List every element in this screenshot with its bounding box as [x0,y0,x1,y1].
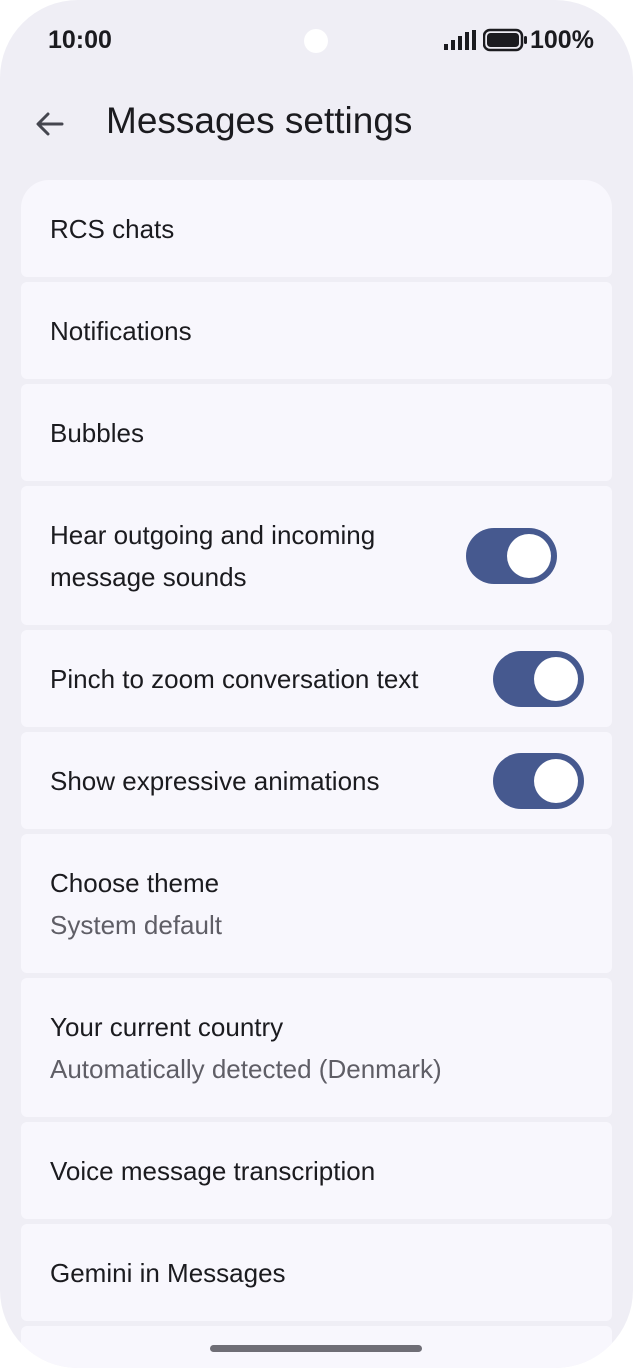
item-text: Hear outgoing and incoming message sound… [50,514,450,598]
setting-label: Choose theme [50,867,220,898]
item-text: Voice message transcription [50,1150,584,1192]
setting-label: Bubbles [50,417,144,448]
setting-label: Hear outgoing and incoming message sound… [50,519,376,592]
setting-gemini-in-messages[interactable]: Gemini in Messages [21,1224,612,1321]
item-text: Choose theme System default [50,862,584,946]
phone-screen: 10:00 100% Messages settings RCS chats N… [0,0,633,1368]
setting-rcs-chats[interactable]: RCS chats [21,180,612,277]
toggle-knob [534,758,578,803]
setting-label: Notifications [50,315,192,346]
toggle-knob [507,533,551,578]
status-bar: 10:00 100% [0,0,633,80]
expressive-animations-toggle[interactable] [493,752,584,809]
setting-voice-transcription[interactable]: Voice message transcription [21,1122,612,1219]
setting-label: Show expressive animations [50,765,380,796]
setting-notifications[interactable]: Notifications [21,282,612,379]
gesture-navigation-bar[interactable] [210,1345,422,1352]
battery-icon [483,28,527,52]
item-text: Bubbles [50,412,584,454]
item-text: Your current country Automatically detec… [50,1006,584,1090]
arrow-back-icon [36,112,64,136]
setting-label: Gemini in Messages [50,1257,286,1288]
setting-bubbles[interactable]: Bubbles [21,384,612,481]
pinch-to-zoom-toggle[interactable] [493,650,584,707]
setting-choose-theme[interactable]: Choose theme System default [21,834,612,973]
item-text: Notifications [50,310,584,352]
setting-value: Automatically detected (Denmark) [50,1053,442,1084]
item-text: RCS chats [50,208,584,250]
signal-icon [444,30,476,50]
status-time: 10:00 [48,26,112,54]
setting-label: Your current country [50,1011,284,1042]
setting-expressive-animations[interactable]: Show expressive animations [21,732,612,829]
setting-pinch-to-zoom[interactable]: Pinch to zoom conversation text [21,630,612,727]
camera-cutout [304,29,328,53]
battery-percentage: 100% [530,26,594,54]
setting-message-sounds[interactable]: Hear outgoing and incoming message sound… [21,486,612,625]
item-text: Gemini in Messages [50,1252,584,1294]
setting-value: System default [50,909,222,940]
setting-label: RCS chats [50,213,175,244]
app-bar: Messages settings [0,84,633,168]
back-button[interactable] [24,98,76,150]
item-text: Show expressive animations [50,760,477,802]
item-text: Pinch to zoom conversation text [50,658,477,700]
settings-list: RCS chats Notifications Bubbles Hear out… [21,180,612,1368]
message-sounds-toggle[interactable] [466,527,557,584]
page-title: Messages settings [106,100,413,141]
setting-label: Pinch to zoom conversation text [50,663,419,694]
setting-label: Voice message transcription [50,1155,376,1186]
setting-current-country[interactable]: Your current country Automatically detec… [21,978,612,1117]
toggle-knob [534,656,578,701]
